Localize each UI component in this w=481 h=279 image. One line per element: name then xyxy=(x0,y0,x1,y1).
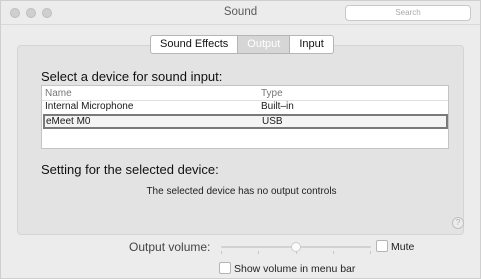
mute-label: Mute xyxy=(391,241,415,253)
tab-bar: Sound Effects Output Input xyxy=(150,35,334,54)
device-row-internal-microphone[interactable]: Internal Microphone Built–in xyxy=(42,101,448,114)
device-type: Built–in xyxy=(261,101,294,112)
slider-tick xyxy=(221,251,222,254)
no-controls-message: The selected device has no output contro… xyxy=(146,186,337,197)
tab-input[interactable]: Input xyxy=(290,36,332,53)
slider-tick xyxy=(258,251,259,254)
help-icon[interactable]: ? xyxy=(452,217,464,229)
tab-output[interactable]: Output xyxy=(238,36,291,53)
slider-tick xyxy=(370,251,371,254)
device-row-emeet-m0[interactable]: eMeet M0 USB xyxy=(43,114,448,129)
column-header-name[interactable]: Name xyxy=(45,88,72,99)
column-header-type[interactable]: Type xyxy=(261,88,283,99)
slider-knob[interactable] xyxy=(291,242,301,252)
output-volume-slider[interactable] xyxy=(221,242,371,254)
show-in-menu-bar-label: Show volume in menu bar xyxy=(234,263,356,275)
tab-sound-effects[interactable]: Sound Effects xyxy=(151,36,239,53)
title-bar: Sound Search xyxy=(1,1,480,25)
device-table: Name Type Internal Microphone Built–in e… xyxy=(41,85,449,149)
search-field[interactable]: Search xyxy=(345,5,471,21)
output-volume-label: Output volume: xyxy=(129,240,211,254)
device-settings-heading: Setting for the selected device: xyxy=(41,162,219,177)
show-in-menu-bar-checkbox[interactable] xyxy=(219,262,231,274)
device-type: USB xyxy=(262,116,283,127)
device-name: eMeet M0 xyxy=(46,116,91,127)
slider-tick xyxy=(333,251,334,254)
device-select-heading: Select a device for sound input: xyxy=(41,69,223,84)
device-name: Internal Microphone xyxy=(45,101,134,112)
mute-checkbox[interactable] xyxy=(376,240,388,252)
sound-preferences-window: Sound Search Sound Effects Output Input … xyxy=(0,0,481,279)
